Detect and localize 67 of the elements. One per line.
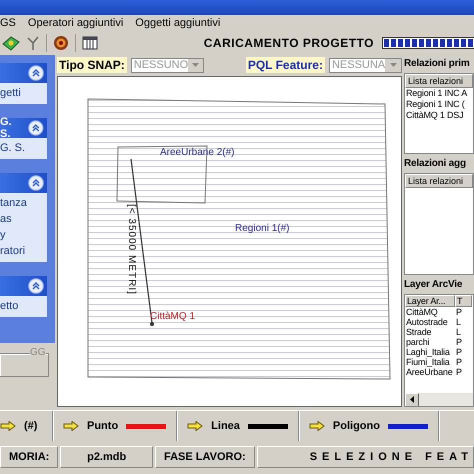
snap-label: Tipo SNAP:: [57, 57, 127, 73]
arrow-icon: [0, 421, 16, 431]
task-link[interactable]: y: [0, 229, 47, 242]
group-label: GG: [30, 347, 46, 358]
column-header[interactable]: Layer Ar...: [405, 294, 455, 307]
scroll-left-icon[interactable]: [410, 396, 414, 404]
column-header[interactable]: Lista relazioni: [405, 74, 473, 88]
dropdown-icon: [390, 63, 397, 67]
table-cell-text: P: [455, 336, 463, 347]
dropdown-icon: [192, 63, 199, 67]
collapse-icon[interactable]: [28, 65, 44, 81]
panel-title: Relazioni agg: [404, 158, 467, 172]
scrollbar[interactable]: [405, 392, 473, 406]
task-link[interactable]: as: [0, 213, 47, 226]
table-cell-text: AreeUrbane: [405, 366, 454, 377]
table-cell-text: L: [455, 326, 462, 337]
panel-title: Relazioni prim: [404, 58, 471, 71]
distance-label: [< 35000 METRI]: [126, 204, 137, 295]
list-item[interactable]: Regioni 1 INC A: [405, 88, 473, 99]
arrow-icon: [308, 421, 325, 431]
menu-item[interactable]: Operatori aggiuntivi: [28, 17, 124, 29]
status-field: FASE LAVORO:: [154, 446, 255, 468]
group-header[interactable]: G. S.: [0, 118, 47, 138]
collapse-icon[interactable]: [28, 120, 44, 136]
loading-label: CARICAMENTO PROGETTO: [204, 36, 374, 50]
table-cell-text: P: [455, 356, 463, 367]
table-cell-text: Strade: [405, 326, 432, 337]
table-cell-text: P: [455, 306, 463, 317]
status-field: MORIA:: [0, 446, 58, 468]
task-link[interactable]: tanza: [0, 197, 47, 210]
map-label: Regioni 1(#): [235, 223, 290, 234]
group-header[interactable]: [0, 173, 47, 193]
branch-icon[interactable]: [26, 35, 40, 51]
menu-item[interactable]: Oggetti aggiuntivi: [135, 17, 220, 29]
list-item[interactable]: Regioni 1 INC (: [405, 98, 473, 110]
table-cell-text: Fiumi_Italia: [405, 356, 451, 367]
table-cell-text: parchi: [405, 336, 430, 347]
legend-label: (#): [24, 420, 38, 432]
arrow-icon: [63, 421, 79, 431]
collapse-icon[interactable]: [28, 175, 44, 191]
pql-label: PQL Feature:: [246, 57, 325, 73]
status-field: SELEZIONE FEAT: [256, 446, 474, 468]
arrow-icon: [187, 421, 204, 431]
status-field: p2.mdb: [60, 446, 153, 468]
menu-item[interactable]: GS: [0, 17, 16, 29]
map-tool-icon[interactable]: [2, 35, 20, 51]
table-cell-text: P: [455, 346, 463, 357]
group-header[interactable]: [0, 63, 47, 83]
group-header[interactable]: [0, 276, 47, 296]
list-item[interactable]: CittàMQ 1 DSJ: [405, 110, 473, 121]
collapse-icon[interactable]: [28, 278, 44, 294]
column-header[interactable]: T: [455, 294, 472, 307]
point-marker: [150, 322, 154, 326]
task-link[interactable]: ratori: [0, 245, 47, 258]
table-cell-text: Laghi_Italia: [405, 346, 451, 357]
table-cell-text: Autostrade: [405, 316, 449, 327]
table-cell-text: CittàMQ: [405, 306, 439, 317]
panel-title: Layer ArcVie: [404, 278, 464, 292]
table-icon[interactable]: [82, 36, 98, 50]
legend-label: Poligono: [332, 420, 380, 432]
column-header[interactable]: Lista relazioni: [405, 174, 473, 188]
target-icon[interactable]: [53, 35, 69, 51]
table-cell-text: L: [455, 316, 462, 327]
table-cell-text: P: [455, 366, 463, 377]
legend-label: Punto: [87, 420, 118, 432]
group-title: G. S.: [0, 116, 13, 140]
legend-label: Linea: [211, 420, 240, 432]
